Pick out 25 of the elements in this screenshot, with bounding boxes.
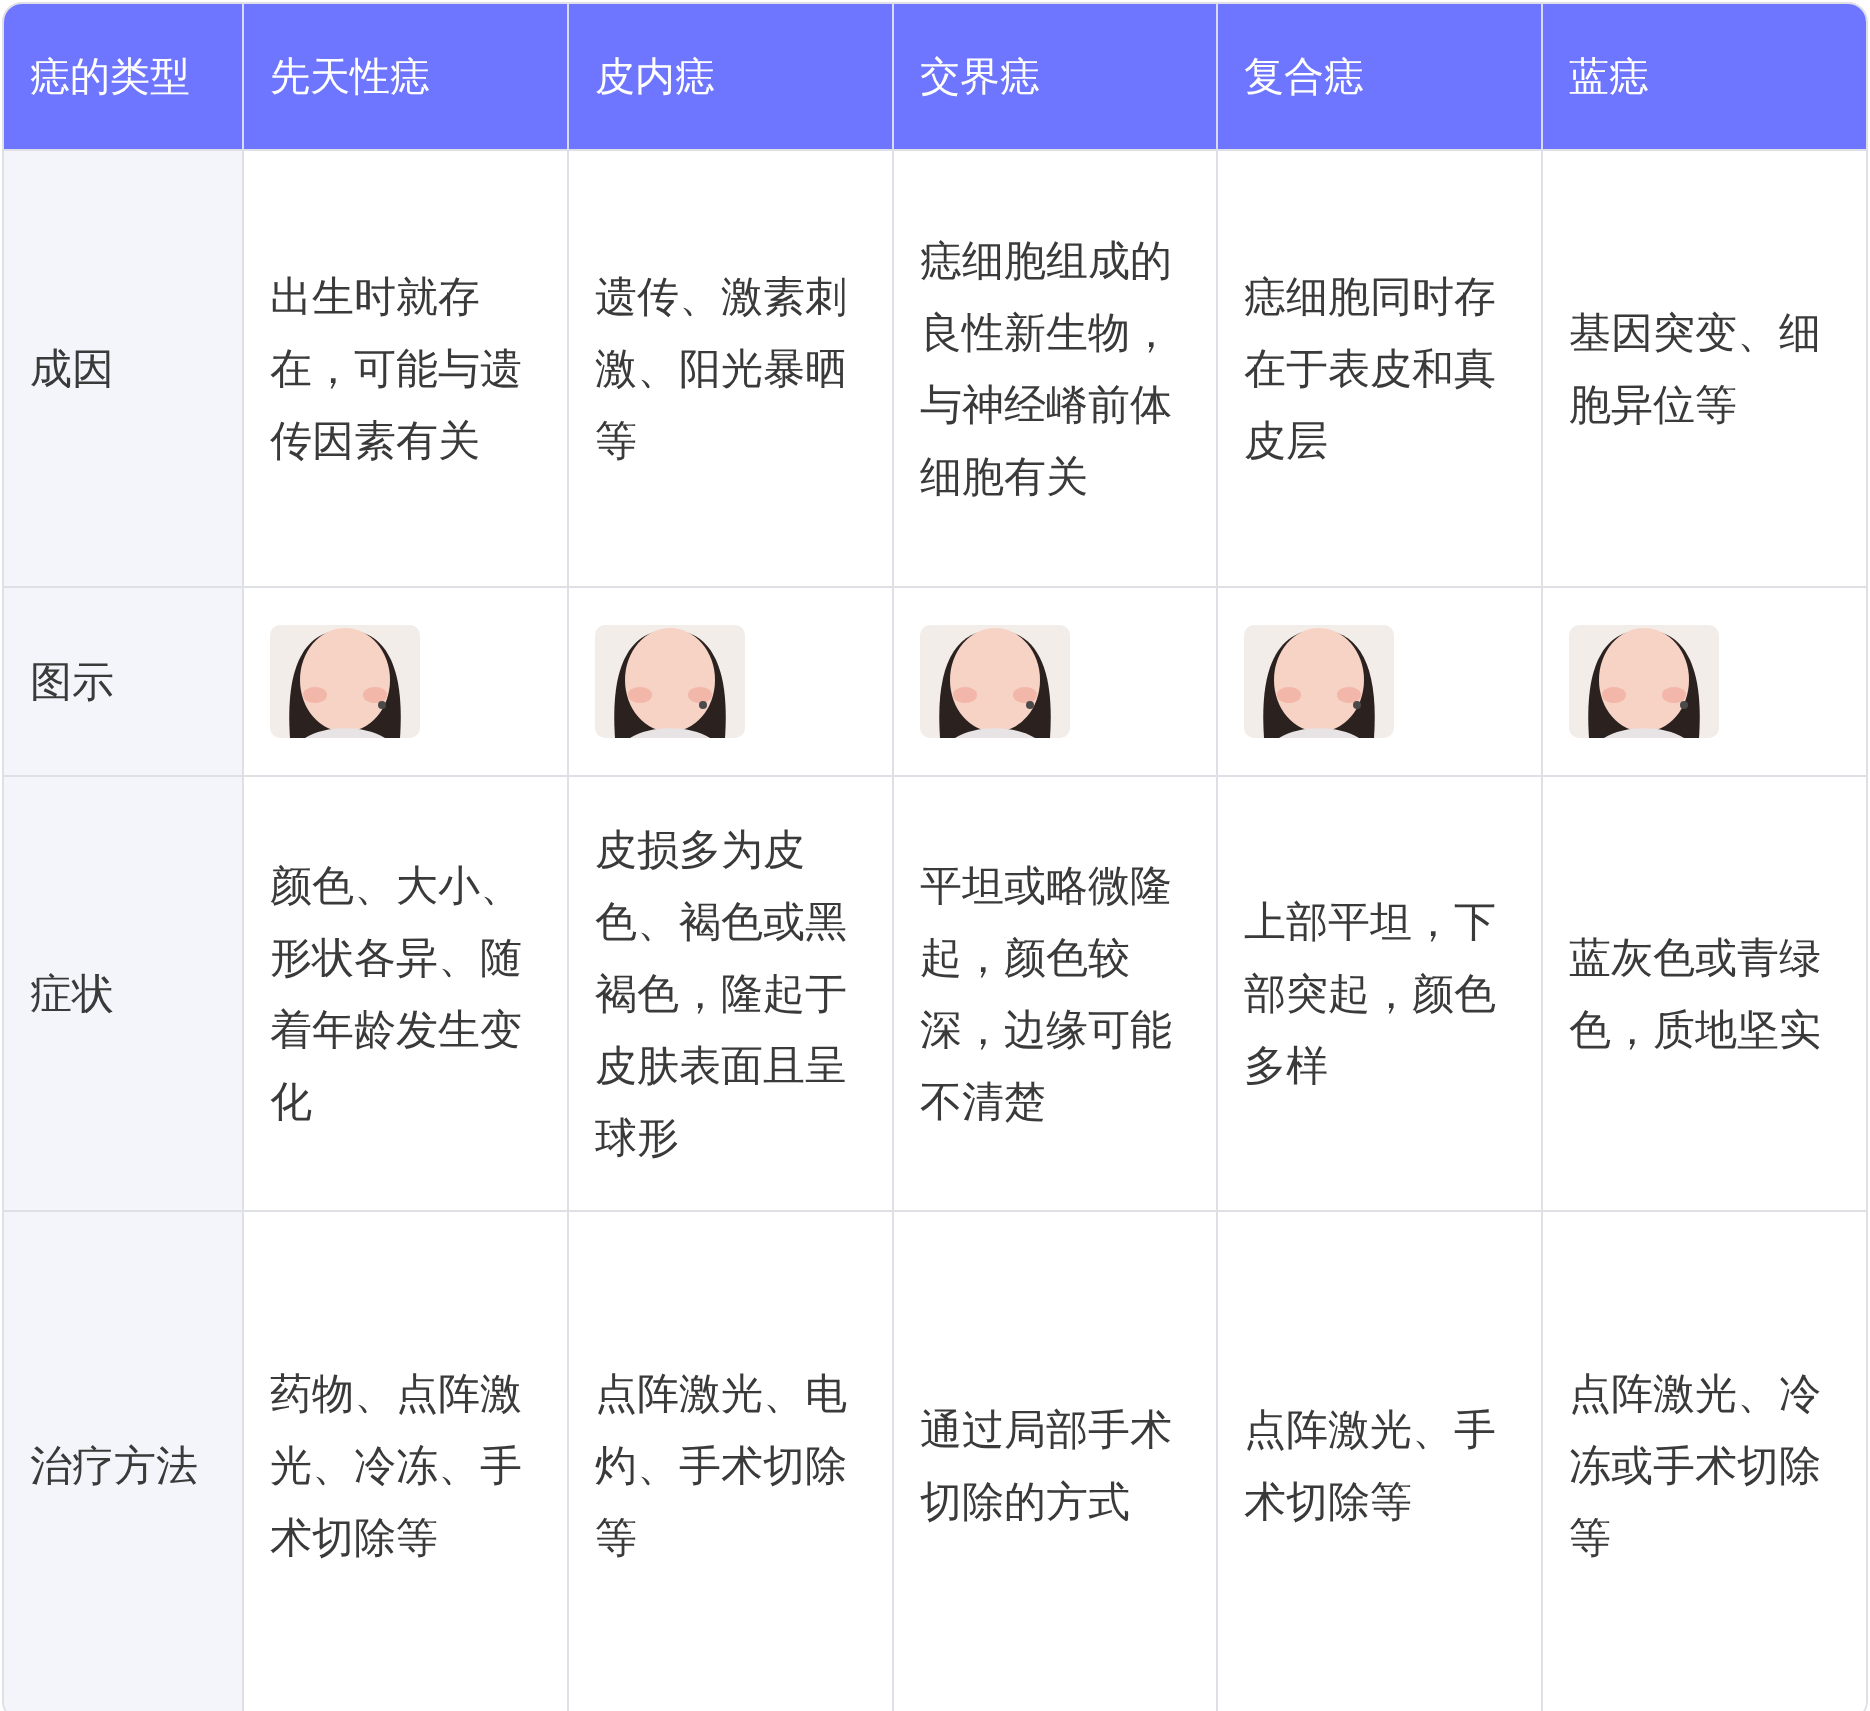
column-header: 痣的类型	[4, 4, 242, 149]
row-header: 治疗方法	[30, 1440, 198, 1490]
table-cell: 上部平坦，下部突起，颜色多样	[1244, 896, 1497, 1090]
table-cell: 点阵激光、冷冻或手术切除等	[1569, 1368, 1822, 1562]
row-header: 成因	[30, 343, 114, 393]
row-header: 图示	[30, 656, 114, 706]
table-cell: 平坦或略微隆起，颜色较深，边缘可能不清楚	[919, 860, 1172, 1126]
column-header: 复合痣	[1216, 4, 1542, 149]
table-cell: 药物、点阵激光、冷冻、手术切除等	[270, 1368, 522, 1562]
table-cell: 通过局部手术切除的方式	[919, 1404, 1172, 1526]
table-cell: 点阵激光、手术切除等	[1244, 1404, 1497, 1526]
table-cell: 痣细胞同时存在于表皮和真皮层	[1244, 271, 1497, 465]
table-cell: 点阵激光、电灼、手术切除等	[594, 1368, 847, 1562]
table-cell: 出生时就存在，可能与遗传因素有关	[270, 271, 522, 465]
table-cell: 基因突变、细胞异位等	[1569, 307, 1822, 429]
column-header: 皮内痣	[566, 4, 892, 149]
column-header: 先天性痣	[242, 4, 567, 149]
table-cell: 痣细胞组成的良性新生物，与神经嵴前体细胞有关	[919, 235, 1172, 501]
table-cell: 遗传、激素刺激、阳光暴晒等	[594, 271, 847, 465]
table-cell: 颜色、大小、形状各异、随着年龄发生变化	[270, 860, 522, 1126]
row-header: 症状	[30, 968, 114, 1018]
column-header: 蓝痣	[1541, 4, 1866, 149]
table-cell: 皮损多为皮色、褐色或黑褐色，隆起于皮肤表面且呈球形	[594, 824, 847, 1162]
table-cell: 蓝灰色或青绿色，质地坚实	[1569, 932, 1822, 1054]
column-header: 交界痣	[891, 4, 1217, 149]
